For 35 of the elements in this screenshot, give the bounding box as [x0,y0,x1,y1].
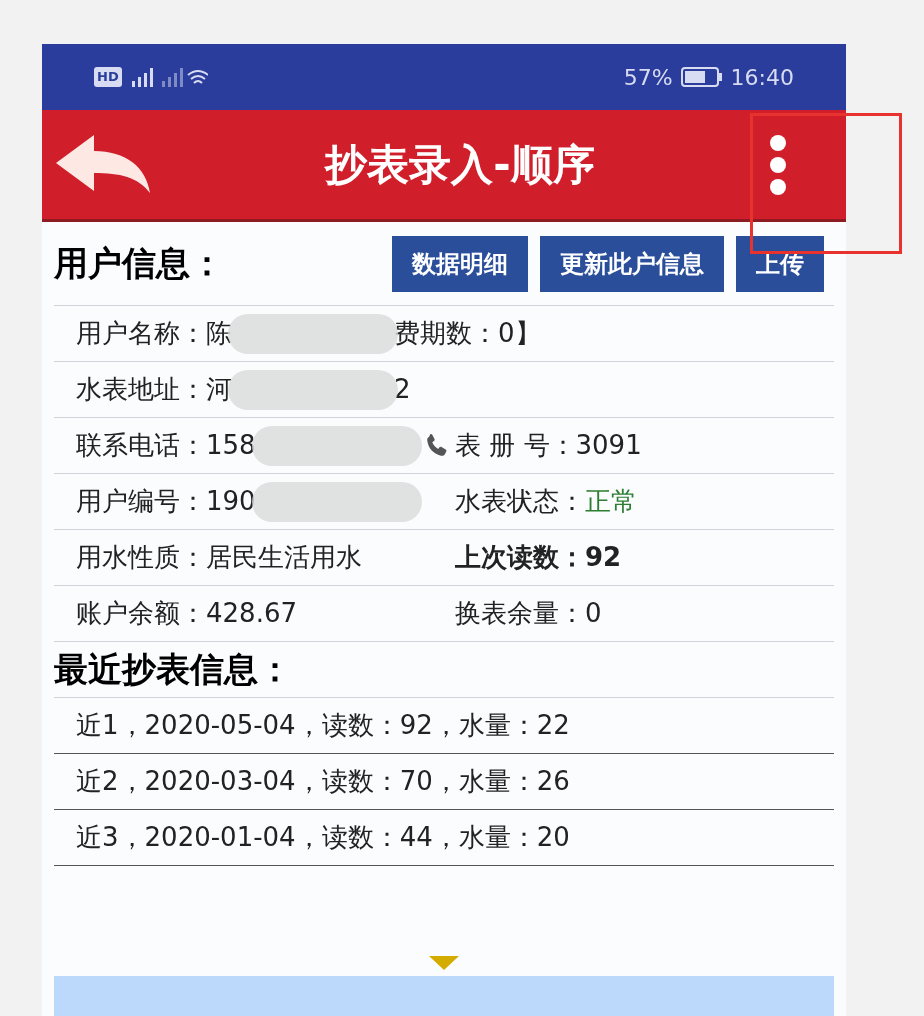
field-value: 158 [206,429,256,462]
field-label: 用水性质： [76,541,206,574]
action-button[interactable]: 上传 [736,235,824,292]
field-label: 上次读数： [455,541,585,574]
battery-percent: 57% [623,63,673,92]
reading-record: 近2，2020-03-04，读数：70，水量：26 [76,765,570,798]
action-button[interactable]: 更新此户信息 [540,235,724,292]
section-title: 最近抄表信息： [54,648,292,691]
clock: 16:40 [730,63,794,92]
field-value: 428.67 [206,597,297,630]
field-label: 账户余额： [76,597,206,630]
field-value: 2 [394,373,411,406]
hd-badge: HD [94,67,122,87]
field-value: 河 [206,373,232,406]
field-value: 费期数：0】 [394,317,541,350]
field-label: 联系电话： [76,429,206,462]
action-button[interactable]: 数据明细 [392,235,528,292]
reading-record: 近1，2020-05-04，读数：92，水量：22 [76,709,570,742]
field-label: 水表地址： [76,373,206,406]
field-label: 水表状态： [455,485,585,518]
field-value: 92 [585,541,622,574]
page-title: 抄表录入-顺序 [325,139,595,191]
battery-icon [680,66,723,88]
reading-record: 近3，2020-01-04，读数：44，水量：20 [76,821,570,854]
field-label: 用户编号： [76,485,206,518]
field-label: 换表余量： [455,597,585,630]
field-value: 3091 [575,429,642,462]
field-value: 陈 [206,317,232,350]
field-value: 190 [206,485,256,518]
field-value: 0 [585,597,602,630]
section-title: 用户信息： [54,242,224,285]
field-value: 居民生活用水 [206,541,362,574]
field-value: 正常 [585,485,637,518]
field-label: 用户名称： [76,317,206,350]
field-label: 表 册 号： [455,429,576,462]
